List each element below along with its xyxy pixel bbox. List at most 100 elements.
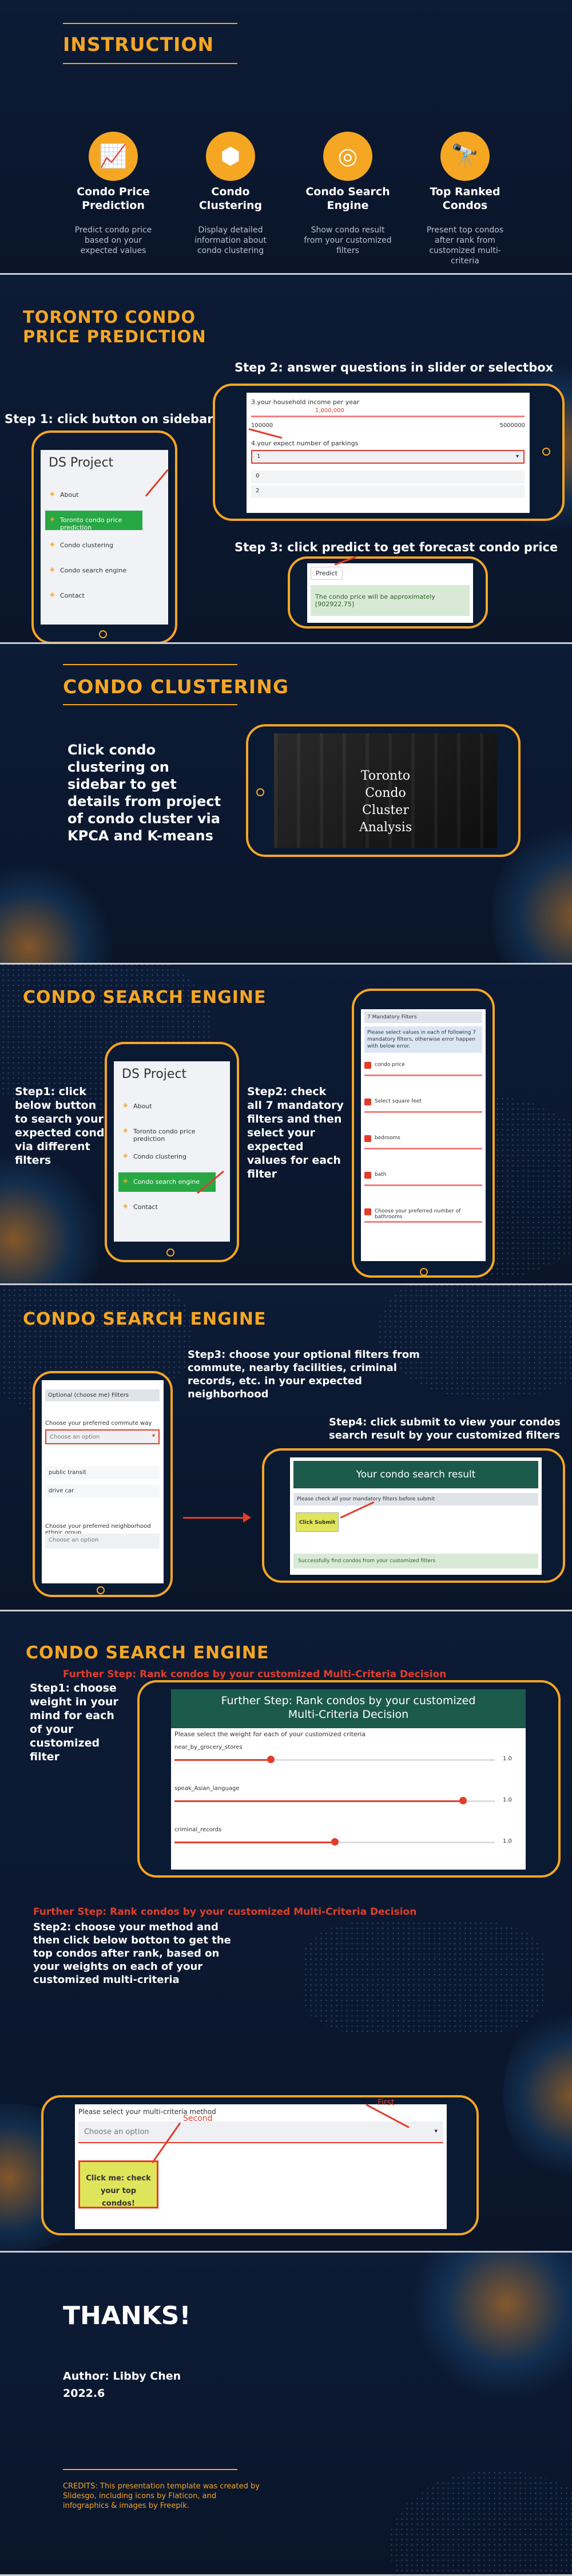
weights-label: Please select the weight for each of you… — [174, 1730, 366, 1738]
method-select[interactable]: Choose an option ▾ — [78, 2121, 443, 2143]
slider-max: 1.0 — [503, 1838, 512, 1844]
section-title: CONDO SEARCH ENGINE — [26, 1643, 269, 1663]
ethnic-select[interactable]: Choose an option — [45, 1534, 160, 1548]
mandatory-filters-header: 7 Mandatory Filters — [364, 1012, 482, 1023]
sidebar-item-contact[interactable]: Contact ◈ — [118, 1198, 221, 1217]
income-slider[interactable] — [251, 416, 525, 417]
sidebar-item-contact[interactable]: Contact ◈ — [45, 586, 148, 606]
result-title: Your condo search result — [293, 1461, 538, 1488]
mandatory-note: Please select values in each of followin… — [364, 1026, 482, 1053]
section-title: CONDO SEARCH ENGINE — [23, 1309, 267, 1329]
success-message: Successfully find condos from your custo… — [293, 1554, 538, 1568]
slider-fill — [174, 1800, 463, 1802]
top-condos-button[interactable]: Click me: check your top condos! — [78, 2160, 158, 2208]
sidebar-item-icon: ◈ — [50, 591, 55, 598]
target-icon: ◎ — [323, 132, 372, 181]
parking-question: 4.your expect number of parkings — [251, 440, 359, 447]
card-title: Condo Clustering — [198, 185, 263, 212]
section-title: CONDO CLUSTERING — [63, 675, 289, 698]
checkbox[interactable] — [364, 1135, 371, 1142]
phone-mockup-landscape: Predict The condo price will be approxim… — [288, 556, 488, 629]
step1-label: Step1: choose weight in your mind for ea… — [30, 1682, 118, 1763]
author: Author: Libby Chen — [63, 2370, 181, 2383]
sidebar-item-toronto-condo-price-prediction[interactable]: Toronto condo price prediction ◈ — [118, 1122, 221, 1143]
instruction-section: INSTRUCTION 📈 Condo Price Prediction Predi… — [0, 0, 572, 275]
credits: CREDITS: This presentation template was … — [63, 2482, 260, 2510]
divider — [63, 63, 237, 64]
sidebar-item-toronto-condo-price-prediction[interactable]: Toronto condo price prediction ◈ — [45, 511, 142, 531]
step4-label: Step4: click submit to view your condos … — [329, 1416, 561, 1441]
slider-min: 100000 — [251, 422, 273, 429]
checkbox[interactable] — [364, 1172, 371, 1179]
prediction-result: The condo price will be approximately [9… — [311, 585, 470, 616]
income-question: 3.your household income per year — [251, 398, 360, 406]
mcdm-section: CONDO SEARCH ENGINE Further Step: Rank c… — [0, 1611, 572, 2253]
sidebar-item-icon: ◈ — [50, 515, 55, 523]
check-note: Please check all your mandatory filters … — [293, 1493, 538, 1506]
phone-mockup: DS Project About ◈ Toronto condo price pred… — [105, 1042, 239, 1262]
search-section: CONDO SEARCH ENGINE Step1: click below b… — [0, 965, 572, 1285]
filter-slider[interactable] — [364, 1074, 482, 1076]
section-title: CONDO SEARCH ENGINE — [23, 987, 267, 1008]
sidebar-item-condo-search-engine[interactable]: Condo search engine ◈ — [45, 561, 148, 580]
mcdm-subtitle-2: Further Step: Rank condos by your custom… — [33, 1906, 417, 1918]
criteria-label: near_by_grocery_stores — [174, 1744, 243, 1751]
commute-select[interactable]: Choose an option ▾ — [45, 1429, 160, 1444]
clustering-section: CONDO CLUSTERING Click condo clustering … — [0, 644, 572, 965]
section-title: INSTRUCTION — [63, 33, 214, 56]
filter-label: Choose your preferred number of bathroom… — [375, 1208, 461, 1220]
slider-fill — [174, 1759, 271, 1761]
chart-icon: 📈 — [89, 132, 138, 181]
sidebar-title: DS Project — [49, 456, 114, 470]
filter-slider[interactable] — [364, 1148, 482, 1149]
sidebar-item-icon: ◈ — [123, 1101, 128, 1109]
search-section-2: CONDO SEARCH ENGINE Step3: choose your o… — [0, 1285, 572, 1611]
step2-label: Step 2: answer questions in slider or se… — [235, 361, 554, 374]
optional-filters-header: Optional (choose me) Filters — [45, 1389, 160, 1401]
filter-slider[interactable] — [364, 1221, 482, 1223]
slider-thumb[interactable] — [331, 1838, 339, 1846]
section-title: TORONTO CONDO PRICE PREDICTION — [23, 307, 206, 346]
checkbox[interactable] — [364, 1099, 371, 1105]
date: 2022.6 — [63, 2387, 105, 2400]
checkbox[interactable] — [364, 1208, 371, 1215]
income-value: 1,000,000 — [315, 408, 344, 414]
sidebar-item-icon: ◈ — [123, 1127, 128, 1134]
slider-fill — [174, 1842, 335, 1843]
checkbox[interactable] — [364, 1062, 371, 1069]
option-public-transit[interactable]: public transit — [45, 1466, 160, 1479]
slider-thumb[interactable] — [267, 1756, 275, 1763]
sidebar-item-icon: ◈ — [123, 1202, 128, 1210]
mcdm-subtitle: Further Step: Rank condos by your custom… — [63, 1669, 447, 1680]
sidebar-item-about[interactable]: About ◈ — [118, 1097, 221, 1116]
cluster-image-title: Toronto Condo Cluster Analysis — [359, 769, 412, 835]
card-desc: Present top condos after rank from custo… — [426, 226, 504, 266]
tablet-mockup: Toronto Condo Cluster Analysis — [246, 724, 521, 857]
predict-button[interactable]: Predict — [311, 567, 343, 580]
slider-thumb[interactable] — [459, 1797, 467, 1804]
sidebar-item-icon: ◈ — [50, 490, 55, 497]
filter-label: bedrooms — [375, 1135, 400, 1141]
option-drive-car[interactable]: drive car — [45, 1484, 160, 1498]
card-desc: Show condo result from your customized f… — [304, 226, 392, 255]
filter-label: bath — [375, 1172, 387, 1178]
slider-max: 1.0 — [503, 1756, 512, 1762]
filter-label: condo price — [375, 1062, 405, 1068]
sidebar-item-about[interactable]: About ◈ — [45, 485, 148, 505]
divider — [63, 23, 237, 24]
sidebar-item-condo-clustering[interactable]: Condo clustering ◈ — [45, 536, 148, 555]
card-title: Condo Price Prediction — [77, 185, 150, 212]
filter-slider[interactable] — [364, 1111, 482, 1113]
card-title: Top Ranked Condos — [430, 185, 500, 212]
phone-mockup-landscape: 3.your household income per year 1,000,0… — [213, 384, 565, 521]
slider-max: 1.0 — [503, 1797, 512, 1803]
sidebar-item-icon: ◈ — [123, 1152, 128, 1159]
parking-select[interactable]: 1 ▾ — [251, 450, 525, 464]
first-annotation: First — [378, 2098, 395, 2107]
commute-question: Choose your preferred commute way — [45, 1420, 152, 1427]
sidebar-item-condo-clustering[interactable]: Condo clustering ◈ — [118, 1147, 221, 1167]
filter-slider[interactable] — [364, 1184, 482, 1186]
submit-button[interactable]: Click Submit — [296, 1512, 339, 1532]
card-title: Condo Search Engine — [305, 185, 390, 212]
step2-label: Step2: check all 7 mandatory filters and… — [247, 1085, 344, 1180]
